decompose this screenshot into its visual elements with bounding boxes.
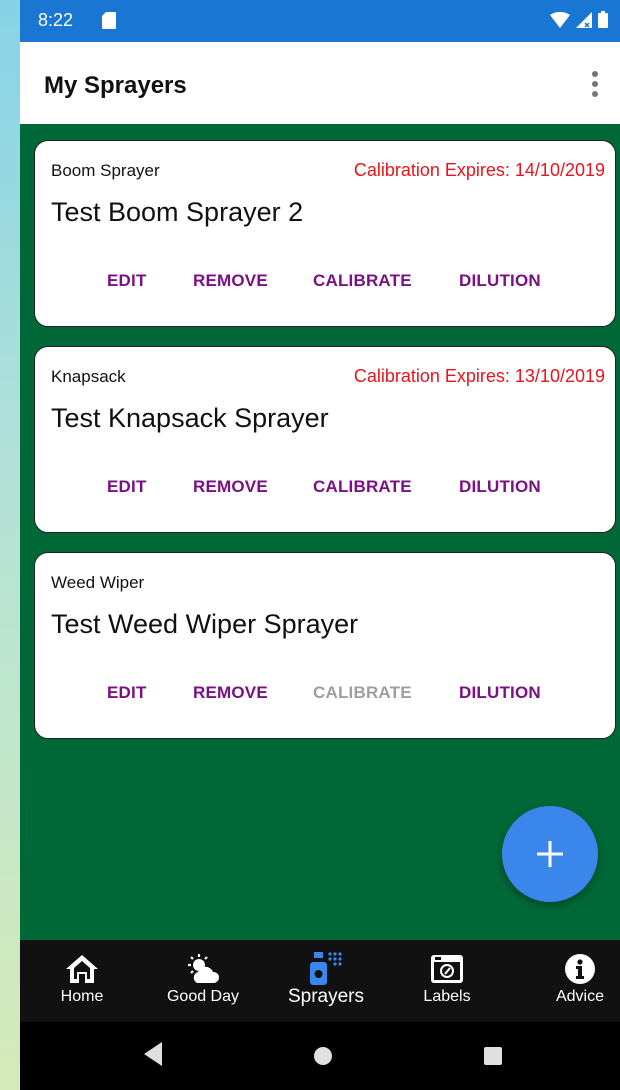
dilution-button[interactable]: DILUTION	[459, 477, 541, 497]
back-icon[interactable]	[144, 1042, 164, 1066]
status-bar: 8:22	[20, 0, 620, 42]
card-actions: EDIT REMOVE CALIBRATE DILUTION	[35, 683, 615, 707]
sprayer-name: Test Knapsack Sprayer	[51, 403, 329, 433]
sprayer-list: Boom Sprayer Calibration Expires: 14/10/…	[34, 140, 618, 758]
calibration-expiry: Calibration Expires: 14/10/2019	[353, 160, 605, 180]
calibration-expiry: Calibration Expires: 13/10/2019	[353, 366, 605, 386]
home-circle-icon[interactable]	[314, 1047, 332, 1065]
info-icon	[565, 954, 595, 984]
system-navigation-bar	[20, 1022, 620, 1090]
sprayer-type: Boom Sprayer	[51, 161, 160, 180]
nav-label: Advice	[555, 988, 605, 1005]
nav-label: Labels	[423, 988, 471, 1005]
nav-item-advice[interactable]: Advice	[550, 940, 610, 1022]
phone-screen: 8:22 My Sprayers Boom Sprayer Calibratio…	[20, 0, 620, 1090]
status-icons	[550, 11, 608, 28]
remove-button[interactable]: REMOVE	[193, 683, 268, 703]
sprayer-card: Weed Wiper Test Weed Wiper Sprayer EDIT …	[34, 552, 616, 739]
card-actions: EDIT REMOVE CALIBRATE DILUTION	[35, 477, 615, 501]
nav-item-labels[interactable]: Labels	[412, 940, 482, 1022]
remove-button[interactable]: REMOVE	[193, 477, 268, 497]
wifi-icon	[550, 11, 570, 28]
nav-item-sprayers[interactable]: Sprayers	[278, 940, 374, 1022]
sprayer-icon	[310, 952, 342, 985]
sprayer-type: Weed Wiper	[51, 573, 145, 592]
sd-card-icon	[102, 12, 116, 29]
app-bar: My Sprayers	[20, 42, 620, 124]
add-sprayer-button[interactable]	[502, 806, 598, 902]
calibrate-button[interactable]: CALIBRATE	[313, 477, 412, 497]
edit-button[interactable]: EDIT	[107, 477, 147, 497]
signal-icon	[576, 11, 592, 28]
calibrate-button[interactable]: CALIBRATE	[313, 271, 412, 291]
overflow-menu-icon[interactable]	[584, 66, 606, 102]
label-icon	[431, 955, 463, 983]
sprayer-name: Test Boom Sprayer 2	[51, 197, 304, 227]
page-title: My Sprayers	[44, 72, 187, 99]
add-icon	[537, 841, 563, 867]
dilution-button[interactable]: DILUTION	[459, 683, 541, 703]
remove-button[interactable]: REMOVE	[193, 271, 268, 291]
weather-icon	[188, 954, 220, 983]
sprayer-name: Test Weed Wiper Sprayer	[51, 609, 359, 639]
home-icon	[66, 955, 98, 983]
sprayer-card: Knapsack Calibration Expires: 13/10/2019…	[34, 346, 616, 533]
nav-item-home[interactable]: Home	[52, 940, 112, 1022]
nav-label: Good Day	[166, 988, 240, 1005]
nav-label: Sprayers	[287, 986, 365, 1007]
edit-button[interactable]: EDIT	[107, 271, 147, 291]
dilution-button[interactable]: DILUTION	[459, 271, 541, 291]
nav-label: Home	[60, 988, 104, 1005]
calibrate-button-disabled: CALIBRATE	[313, 683, 412, 702]
edit-button[interactable]: EDIT	[107, 683, 147, 703]
status-time: 8:22	[38, 10, 74, 30]
recents-square-icon[interactable]	[484, 1047, 502, 1065]
bottom-navigation: Home Good Day Sprayers Labels Advice	[20, 940, 620, 1022]
battery-icon	[598, 11, 608, 28]
card-actions: EDIT REMOVE CALIBRATE DILUTION	[35, 271, 615, 295]
nav-item-good-day[interactable]: Good Day	[158, 940, 248, 1022]
sprayer-card: Boom Sprayer Calibration Expires: 14/10/…	[34, 140, 616, 327]
sprayer-type: Knapsack	[51, 367, 126, 386]
